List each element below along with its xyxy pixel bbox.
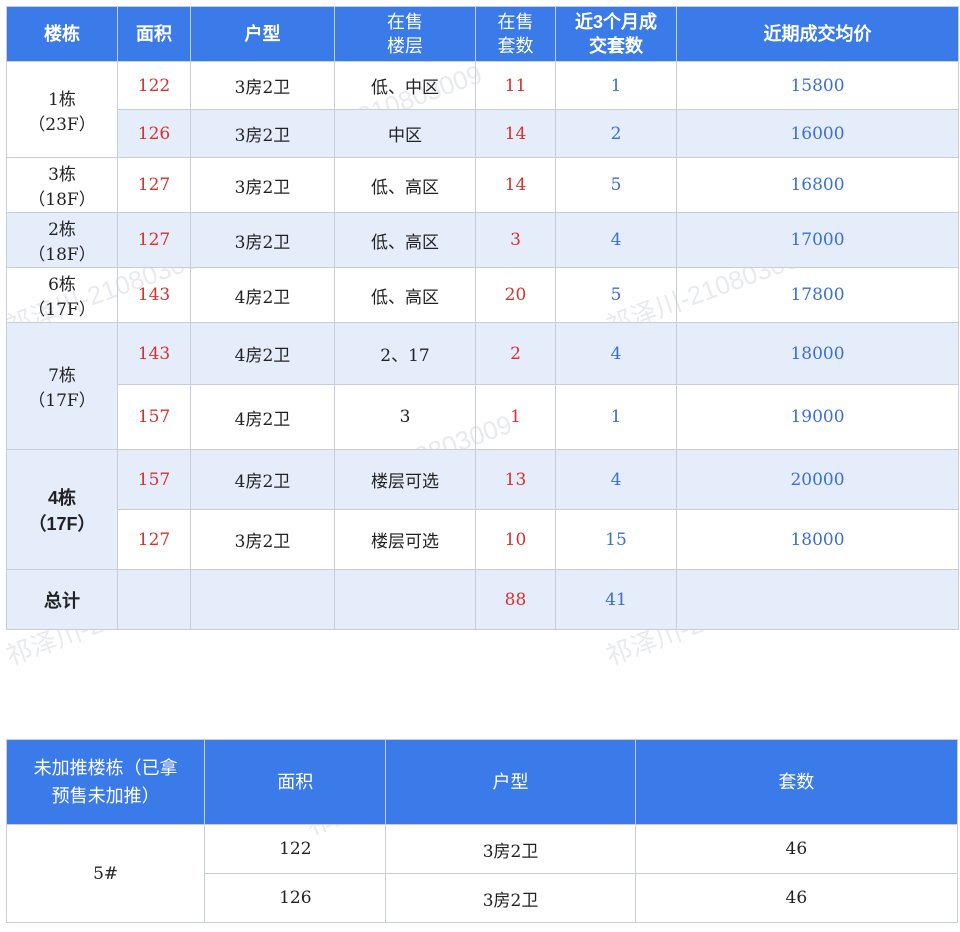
area-cell: 157 bbox=[117, 449, 191, 510]
area-cell: 122 bbox=[204, 824, 387, 874]
total-deals: 41 bbox=[555, 569, 677, 630]
price-cell: 17000 bbox=[676, 212, 959, 268]
building-cell: 5# bbox=[5, 824, 206, 923]
total-label: 总计 bbox=[6, 569, 118, 630]
floor-cell: 楼层可选 bbox=[334, 509, 476, 570]
header-on-sale: 在售 套数 bbox=[475, 6, 556, 62]
price-cell: 16800 bbox=[676, 157, 959, 213]
on-sale-cell: 2 bbox=[475, 322, 556, 385]
on-sale-cell: 14 bbox=[475, 157, 556, 213]
price-cell: 18000 bbox=[676, 509, 959, 570]
on-sale-cell: 1 bbox=[475, 384, 556, 450]
price-cell: 18000 bbox=[676, 322, 959, 385]
header-count: 套数 bbox=[634, 739, 959, 825]
total-on-sale: 88 bbox=[475, 569, 556, 630]
count-cell: 46 bbox=[634, 824, 959, 874]
building-cell: 4栋 （17F） bbox=[6, 449, 118, 570]
sales-table: 楼栋 面积 户型 在售 楼层 在售 套数 近3个月成 交套数 近期成交均价 1栋… bbox=[6, 6, 959, 630]
header-type: 户型 bbox=[190, 6, 335, 62]
floor-cell: 3 bbox=[334, 384, 476, 450]
type-cell: 3房2卫 bbox=[190, 509, 335, 570]
price-cell: 20000 bbox=[676, 449, 959, 510]
area-cell: 143 bbox=[117, 267, 191, 323]
deals-cell: 5 bbox=[555, 157, 677, 213]
price-cell: 16000 bbox=[676, 109, 959, 158]
floor-cell: 低、高区 bbox=[334, 157, 476, 213]
deals-cell: 2 bbox=[555, 109, 677, 158]
deals-cell: 4 bbox=[555, 212, 677, 268]
floor-cell: 低、中区 bbox=[334, 61, 476, 110]
price-cell: 15800 bbox=[676, 61, 959, 110]
deals-cell: 1 bbox=[555, 61, 677, 110]
building-cell: 3栋 （18F） bbox=[6, 157, 118, 213]
type-cell: 4房2卫 bbox=[190, 322, 335, 385]
deals-cell: 4 bbox=[555, 322, 677, 385]
header-type: 户型 bbox=[385, 739, 636, 825]
empty-cell bbox=[117, 569, 191, 630]
header-unreleased-building: 未加推楼栋（已拿 预售未加推） bbox=[5, 739, 206, 825]
area-cell: 143 bbox=[117, 322, 191, 385]
on-sale-cell: 13 bbox=[475, 449, 556, 510]
empty-cell bbox=[676, 569, 959, 630]
type-cell: 4房2卫 bbox=[190, 449, 335, 510]
header-avg-price: 近期成交均价 bbox=[676, 6, 959, 62]
area-cell: 157 bbox=[117, 384, 191, 450]
header-recent-deals: 近3个月成 交套数 bbox=[555, 6, 677, 62]
deals-cell: 1 bbox=[555, 384, 677, 450]
area-cell: 122 bbox=[117, 61, 191, 110]
floor-cell: 2、17 bbox=[334, 322, 476, 385]
type-cell: 4房2卫 bbox=[190, 267, 335, 323]
on-sale-cell: 20 bbox=[475, 267, 556, 323]
type-cell: 3房2卫 bbox=[190, 212, 335, 268]
building-cell: 6栋 （17F） bbox=[6, 267, 118, 323]
on-sale-cell: 14 bbox=[475, 109, 556, 158]
header-area: 面积 bbox=[117, 6, 191, 62]
type-cell: 3房2卫 bbox=[385, 824, 636, 874]
floor-cell: 中区 bbox=[334, 109, 476, 158]
price-cell: 17800 bbox=[676, 267, 959, 323]
floor-cell: 楼层可选 bbox=[334, 449, 476, 510]
price-cell: 19000 bbox=[676, 384, 959, 450]
area-cell: 126 bbox=[204, 873, 387, 923]
floor-cell: 低、高区 bbox=[334, 267, 476, 323]
type-cell: 3房2卫 bbox=[190, 61, 335, 110]
type-cell: 4房2卫 bbox=[190, 384, 335, 450]
area-cell: 127 bbox=[117, 212, 191, 268]
type-cell: 3房2卫 bbox=[190, 109, 335, 158]
type-cell: 3房2卫 bbox=[190, 157, 335, 213]
type-cell: 3房2卫 bbox=[385, 873, 636, 923]
header-building: 楼栋 bbox=[6, 6, 118, 62]
area-cell: 127 bbox=[117, 509, 191, 570]
on-sale-cell: 3 bbox=[475, 212, 556, 268]
area-cell: 127 bbox=[117, 157, 191, 213]
floor-cell: 低、高区 bbox=[334, 212, 476, 268]
unreleased-table: 未加推楼栋（已拿 预售未加推） 面积 户型 套数 5# 122 3房2卫 46 … bbox=[5, 739, 959, 923]
count-cell: 46 bbox=[634, 873, 959, 923]
building-cell: 1栋 （23F） bbox=[6, 61, 118, 158]
building-cell: 7栋 （17F） bbox=[6, 322, 118, 450]
on-sale-cell: 11 bbox=[475, 61, 556, 110]
on-sale-cell: 10 bbox=[475, 509, 556, 570]
area-cell: 126 bbox=[117, 109, 191, 158]
deals-cell: 4 bbox=[555, 449, 677, 510]
deals-cell: 5 bbox=[555, 267, 677, 323]
empty-cell bbox=[334, 569, 476, 630]
empty-cell bbox=[190, 569, 335, 630]
deals-cell: 15 bbox=[555, 509, 677, 570]
building-cell: 2栋 （18F） bbox=[6, 212, 118, 268]
header-floor: 在售 楼层 bbox=[334, 6, 476, 62]
header-area: 面积 bbox=[204, 739, 387, 825]
